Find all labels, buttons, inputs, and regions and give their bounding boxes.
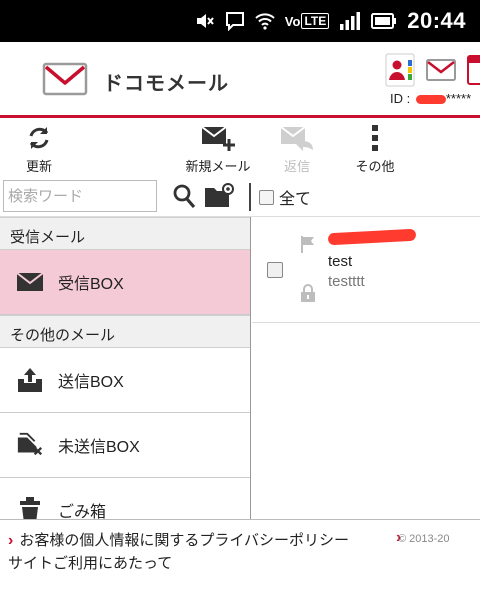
- wifi-icon: [255, 9, 275, 33]
- envelope-icon: [16, 268, 44, 296]
- more-button[interactable]: その他: [350, 121, 400, 177]
- clock: 20:44: [407, 8, 466, 33]
- calendar-icon[interactable]: [466, 52, 480, 88]
- copyright-text: © 2013-20: [398, 533, 450, 545]
- more-vert-icon: [371, 121, 379, 155]
- select-all-checkbox[interactable]: [259, 189, 274, 205]
- search-input[interactable]: [3, 180, 157, 212]
- site-usage-link[interactable]: サイトご利用にあたって: [8, 552, 172, 573]
- mail-list: test testttt: [252, 217, 480, 519]
- signal-icon: [339, 9, 361, 33]
- app-title: ドコモメール: [103, 73, 229, 95]
- volte-indicator: Vo LTE: [285, 9, 330, 33]
- outbox-icon: [16, 366, 44, 394]
- trash-icon: [16, 496, 44, 519]
- mail-subject: test: [328, 253, 353, 270]
- toolbar: 更新 新規メール 返信 その他: [0, 121, 480, 177]
- search-icon[interactable]: [172, 183, 196, 209]
- mail-list-item[interactable]: test testttt: [252, 217, 480, 323]
- privacy-policy-link[interactable]: › お客様の個人情報に関するプライバシーポリシー: [8, 529, 349, 550]
- sidebar-item-trash[interactable]: ごみ箱: [0, 478, 250, 519]
- folder-settings-icon[interactable]: [203, 182, 235, 210]
- chevron-right-icon: ›: [8, 532, 14, 549]
- draft-error-icon: [16, 431, 44, 459]
- sidebar-item-sent[interactable]: 送信BOX: [0, 348, 250, 413]
- mute-icon: [195, 9, 215, 33]
- redacted-id: [415, 95, 446, 105]
- refresh-icon: [25, 121, 53, 155]
- lock-icon: [300, 283, 316, 303]
- folder-sidebar: 受信メール 受信BOX その他のメール 送信BOX 未送信BOX ごみ箱: [0, 217, 251, 519]
- mail-icon[interactable]: [425, 52, 457, 88]
- toolbar-divider: [249, 183, 251, 211]
- battery-icon: [371, 9, 397, 33]
- status-bar: Vo LTE 20:44: [0, 0, 480, 42]
- contacts-icon[interactable]: [384, 52, 416, 88]
- app-header: ドコモメール ID : *****: [0, 42, 480, 118]
- search-bar: 全て: [0, 177, 480, 217]
- reply-button[interactable]: 返信: [272, 121, 322, 177]
- footer: › お客様の個人情報に関するプライバシーポリシー › © 2013-20 サイトご…: [0, 519, 480, 600]
- new-mail-button[interactable]: 新規メール: [180, 121, 256, 177]
- refresh-button[interactable]: 更新: [14, 121, 64, 177]
- new-mail-icon: [200, 121, 236, 155]
- docomo-mail-logo: [42, 62, 88, 96]
- mail-preview: testttt: [328, 273, 365, 290]
- flag-icon[interactable]: [300, 235, 316, 253]
- sidebar-item-inbox[interactable]: 受信BOX: [0, 250, 250, 315]
- section-header-other: その他のメール: [0, 315, 250, 348]
- reply-icon: [279, 121, 315, 155]
- sidebar-item-unsent[interactable]: 未送信BOX: [0, 413, 250, 478]
- redacted-sender: [327, 228, 417, 246]
- mail-checkbox[interactable]: [267, 262, 283, 278]
- select-all[interactable]: 全て: [259, 185, 311, 209]
- section-header-inbox: 受信メール: [0, 217, 250, 250]
- account-id: ID : *****: [390, 91, 472, 106]
- chat-icon: [225, 9, 245, 33]
